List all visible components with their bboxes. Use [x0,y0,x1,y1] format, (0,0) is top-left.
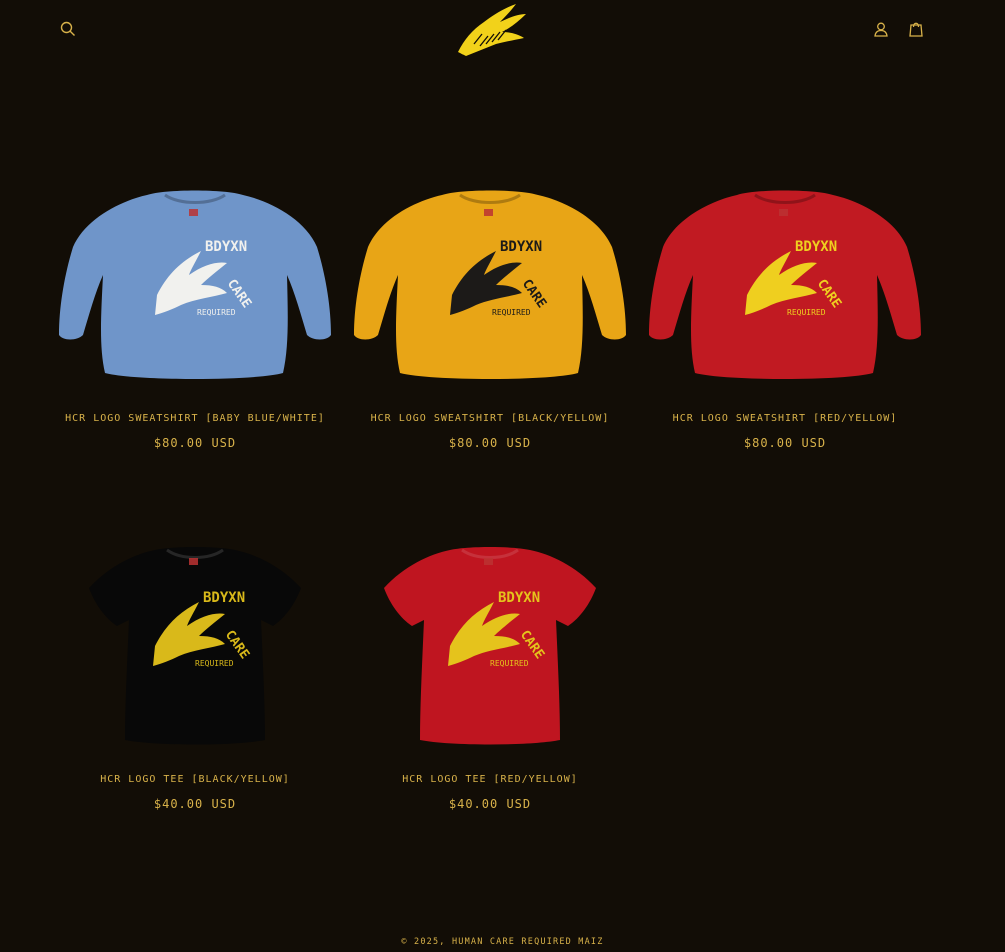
svg-text:BDYXN: BDYXN [500,239,542,255]
product-title[interactable]: HCR LOGO SWEATSHIRT [RED/YELLOW] [645,413,925,424]
svg-text:BDYXN: BDYXN [203,590,245,606]
svg-text:BDYXN: BDYXN [498,590,540,606]
product-image[interactable]: BDYXN CARE REQUIRED [55,165,335,405]
product-title[interactable]: HCR LOGO SWEATSHIRT [BLACK/YELLOW] [350,413,630,424]
product-price: $80.00 USD [153,436,237,450]
footer-copyright: © 2025, HUMAN CARE REQUIRED MAIZ [401,937,604,947]
svg-text:REQUIRED: REQUIRED [787,308,826,317]
product-price: $80.00 USD [743,436,827,450]
product-card[interactable]: BDYXN CARE REQUIRED HCR LOGO TEE [BLACK/… [55,526,335,811]
product-grid: BDYXN CARE REQUIRED HCR LOGO SWEATSHIRT … [0,0,1005,952]
svg-text:BDYXN: BDYXN [205,239,247,255]
product-card[interactable]: BDYXN CARE REQUIRED HCR LOGO SWEATSHIRT … [55,165,335,450]
svg-text:BDYXN: BDYXN [795,239,837,255]
product-price: $40.00 USD [448,797,532,811]
product-card[interactable]: BDYXN CARE REQUIRED HCR LOGO SWEATSHIRT … [350,165,630,450]
svg-text:REQUIRED: REQUIRED [490,659,529,668]
product-title[interactable]: HCR LOGO TEE [RED/YELLOW] [350,774,630,785]
product-image[interactable]: BDYXN CARE REQUIRED [55,526,335,766]
product-image[interactable]: BDYXN CARE REQUIRED [645,165,925,405]
product-image[interactable]: BDYXN CARE REQUIRED [350,165,630,405]
product-card[interactable]: BDYXN CARE REQUIRED HCR LOGO TEE [RED/YE… [350,526,630,811]
product-card[interactable]: BDYXN CARE REQUIRED HCR LOGO SWEATSHIRT … [645,165,925,450]
svg-text:REQUIRED: REQUIRED [195,659,234,668]
svg-text:REQUIRED: REQUIRED [492,308,531,317]
product-image[interactable]: BDYXN CARE REQUIRED [350,526,630,766]
svg-text:REQUIRED: REQUIRED [197,308,236,317]
product-price: $40.00 USD [153,797,237,811]
product-title[interactable]: HCR LOGO TEE [BLACK/YELLOW] [55,774,335,785]
product-price: $80.00 USD [448,436,532,450]
product-title[interactable]: HCR LOGO SWEATSHIRT [BABY BLUE/WHITE] [55,413,335,424]
